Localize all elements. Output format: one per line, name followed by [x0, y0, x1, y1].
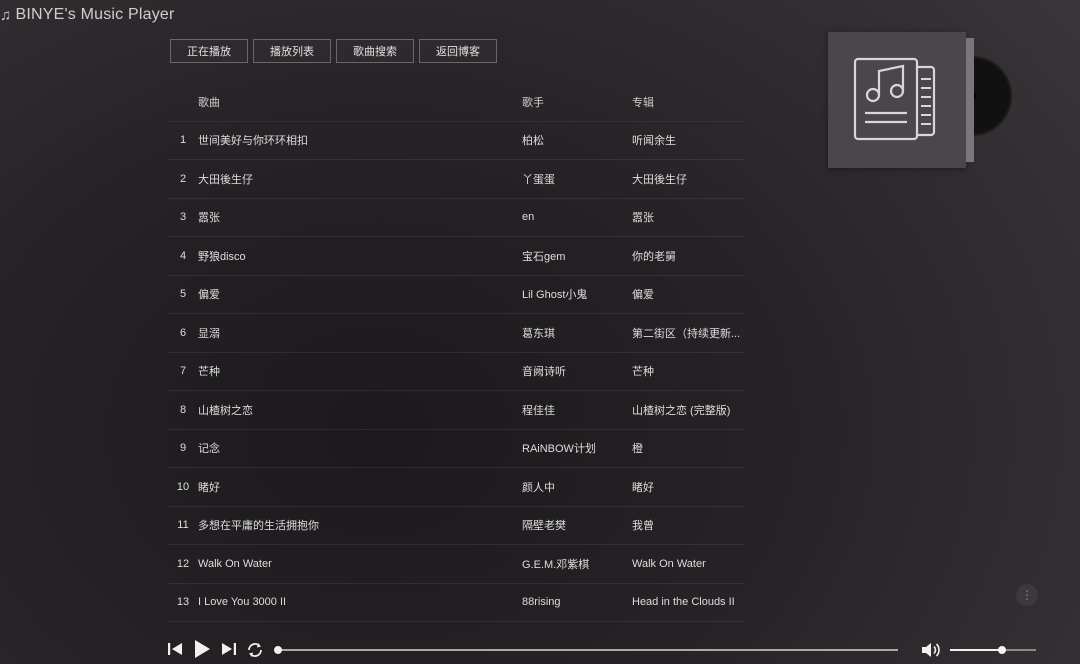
song-album: 睹好: [632, 481, 654, 494]
song-album: 听闻余生: [632, 135, 676, 148]
playlist-button[interactable]: 播放列表: [253, 39, 331, 63]
app-title: ♫ BINYE's Music Player: [0, 6, 175, 24]
song-title: 显溺: [198, 327, 220, 340]
song-row[interactable]: 2 大田後生仔 丫蛋蛋 大田後生仔: [168, 160, 744, 199]
song-artist: 隔壁老樊: [522, 520, 566, 533]
more-icon[interactable]: ⋮: [1016, 584, 1038, 606]
song-title: Walk On Water: [198, 557, 272, 570]
song-album: Head in the Clouds II: [632, 596, 735, 609]
volume-fill: [950, 649, 1002, 651]
song-album: 嚣张: [632, 212, 654, 225]
song-number: 8: [179, 403, 187, 416]
list-header: 歌曲 歌手 专辑: [168, 83, 744, 122]
song-artist: 颜人中: [522, 481, 555, 494]
progress-knob[interactable]: [274, 646, 282, 654]
song-artist: 葛东琪: [522, 327, 555, 340]
header-artist: 歌手: [522, 96, 544, 109]
song-artist: 丫蛋蛋: [522, 173, 555, 186]
prev-icon[interactable]: [166, 640, 184, 658]
album-cover-area: [828, 32, 1012, 170]
song-title: 记念: [198, 443, 220, 456]
song-list: 歌曲 歌手 专辑 1 世间美好与你环环相扣 柏松 听闻余生 2 大田後生仔 丫蛋蛋 大田後生仔…: [168, 83, 744, 622]
song-number: 6: [179, 326, 187, 339]
song-number: 2: [179, 172, 187, 185]
song-row[interactable]: 11 多想在平庸的生活拥抱你 隔壁老樊 我曾: [168, 507, 744, 545]
song-artist: 音阙诗听: [522, 366, 566, 379]
song-title: 大田後生仔: [198, 173, 253, 186]
song-row[interactable]: 8 山楂树之恋 程佳佳 山楂树之恋 (完整版): [168, 391, 744, 430]
song-row[interactable]: 10 睹好 颜人中 睹好: [168, 468, 744, 507]
song-number: 10: [176, 480, 190, 493]
song-artist: 程佳佳: [522, 404, 555, 417]
song-number: 5: [179, 288, 187, 301]
song-title: 嚣张: [198, 212, 220, 225]
song-album: Walk On Water: [632, 557, 706, 570]
song-number: 1: [179, 134, 187, 147]
song-row[interactable]: 12 Walk On Water G.E.M.邓紫棋 Walk On Water: [168, 545, 744, 584]
song-artist: Lil Ghost小鬼: [522, 289, 588, 302]
header-album: 专辑: [632, 96, 654, 109]
volume-icon[interactable]: [920, 641, 942, 659]
song-title: 野狼disco: [198, 250, 246, 263]
song-album: 你的老舅: [632, 250, 676, 263]
song-number: 7: [179, 365, 187, 378]
song-row[interactable]: 5 偏爱 Lil Ghost小鬼 偏爱: [168, 276, 744, 314]
song-title: 芒种: [198, 366, 220, 379]
song-album: 我曾: [632, 520, 654, 533]
song-title: 世间美好与你环环相扣: [198, 135, 308, 148]
song-title: I Love You 3000 II: [198, 596, 287, 609]
song-row[interactable]: 3 嚣张 en 嚣张: [168, 199, 744, 237]
song-album: 橙: [632, 443, 643, 456]
song-number: 4: [179, 249, 187, 262]
album-cover[interactable]: [828, 32, 966, 168]
song-album: 山楂树之恋 (完整版): [632, 404, 731, 417]
song-title: 偏爱: [198, 289, 220, 302]
song-title: 睹好: [198, 481, 220, 494]
progress-bar[interactable]: [274, 646, 898, 654]
next-icon[interactable]: [220, 640, 238, 658]
song-title: 多想在平庸的生活拥抱你: [198, 520, 319, 533]
song-album: 偏爱: [632, 289, 654, 302]
song-artist: 88rising: [522, 596, 561, 609]
music-note-icon: ♫: [0, 6, 12, 24]
song-row[interactable]: 4 野狼disco 宝石gem 你的老舅: [168, 237, 744, 276]
song-row[interactable]: 1 世间美好与你环环相扣 柏松 听闻余生: [168, 122, 744, 160]
song-row[interactable]: 9 记念 RAiNBOW计划 橙: [168, 430, 744, 468]
song-row[interactable]: 7 芒种 音阙诗听 芒种: [168, 353, 744, 391]
song-number: 11: [177, 519, 189, 532]
header-title: 歌曲: [198, 96, 220, 109]
song-number: 13: [176, 596, 190, 609]
play-icon[interactable]: [192, 638, 212, 660]
back-to-blog-button[interactable]: 返回博客: [419, 39, 497, 63]
song-number: 3: [179, 211, 187, 224]
song-artist: en: [522, 211, 535, 224]
song-artist: 宝石gem: [522, 250, 566, 263]
nav-bar: 正在播放 播放列表 歌曲搜索 返回博客: [170, 39, 497, 63]
song-album: 大田後生仔: [632, 173, 687, 186]
player-bar: [166, 636, 1046, 662]
volume-knob[interactable]: [997, 646, 1006, 654]
song-row[interactable]: 6 显溺 葛东琪 第二街区（持续更新...: [168, 314, 744, 353]
volume-slider[interactable]: [950, 646, 1036, 654]
song-artist: G.E.M.邓紫棋: [522, 558, 590, 571]
now-playing-button[interactable]: 正在播放: [170, 39, 248, 63]
app-title-text: BINYE's Music Player: [15, 6, 175, 23]
repeat-icon[interactable]: [246, 641, 264, 659]
song-number: 9: [179, 442, 187, 455]
cover-handle[interactable]: [966, 38, 974, 162]
song-number: 12: [176, 557, 190, 570]
song-row[interactable]: 13 I Love You 3000 II 88rising Head in the …: [168, 584, 744, 622]
music-document-icon: [853, 57, 936, 141]
song-search-button[interactable]: 歌曲搜索: [336, 39, 414, 63]
song-title: 山楂树之恋: [198, 404, 253, 417]
song-artist: 柏松: [522, 135, 544, 148]
song-artist: RAiNBOW计划: [522, 443, 596, 456]
song-album: 芒种: [632, 366, 654, 379]
song-album: 第二街区（持续更新...: [632, 327, 741, 340]
